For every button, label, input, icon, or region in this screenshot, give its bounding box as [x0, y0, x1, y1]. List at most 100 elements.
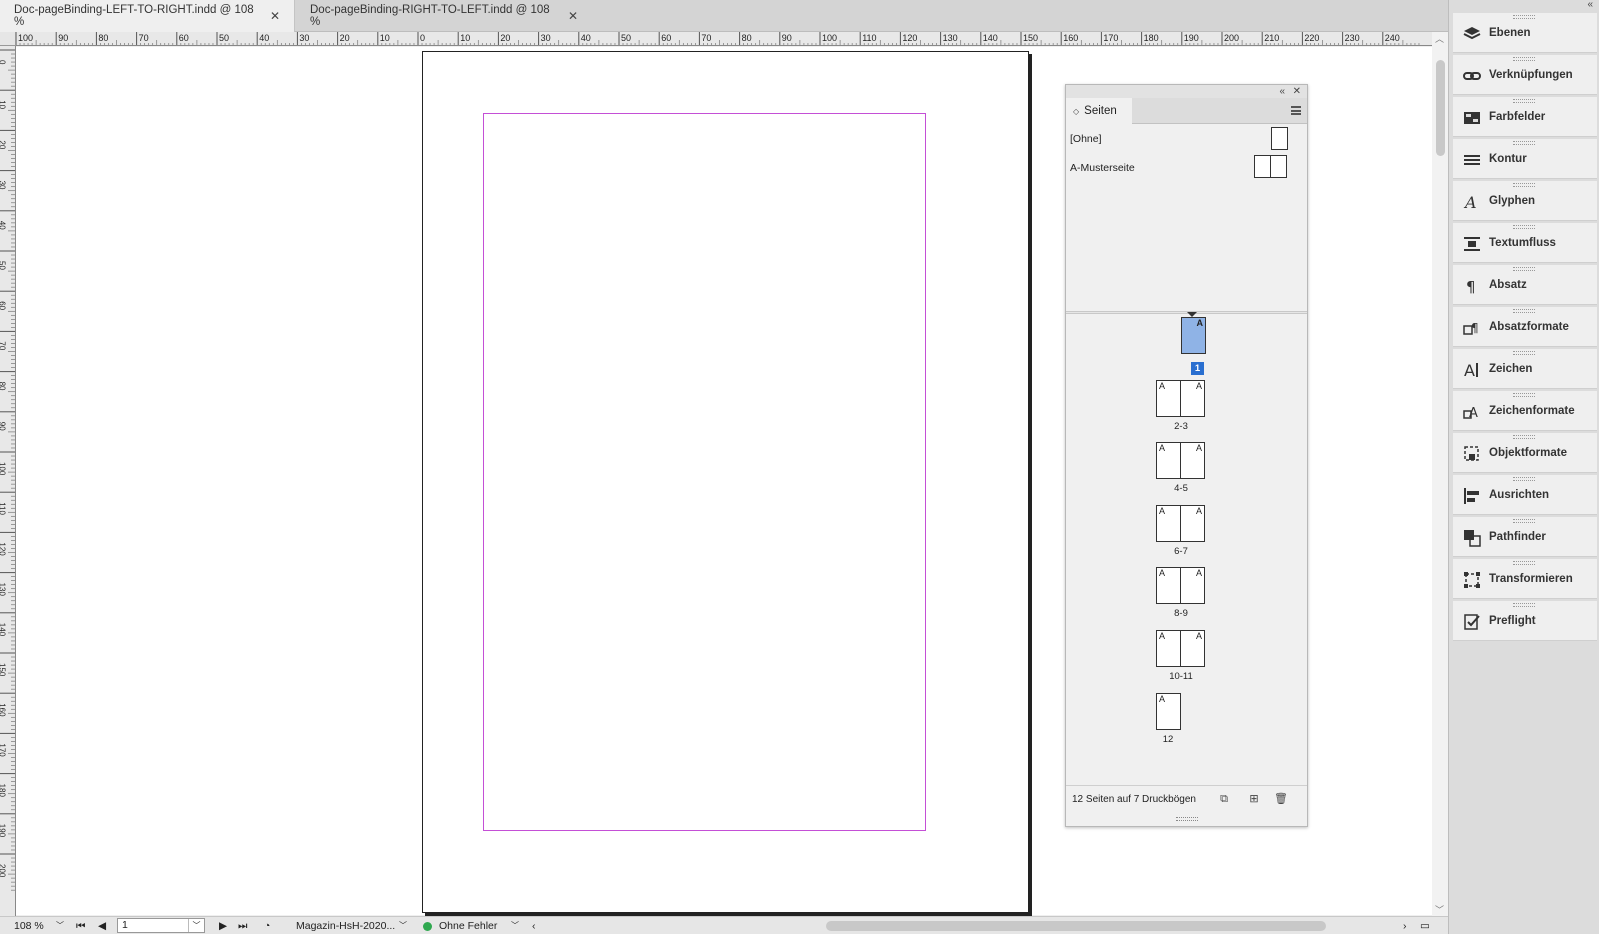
page-thumbnail[interactable]: A — [1156, 442, 1181, 479]
edit-page-size-icon[interactable]: ⧉ — [1218, 793, 1230, 805]
page-thumbnail[interactable]: A — [1156, 630, 1181, 667]
master-a-right-thumbnail[interactable] — [1270, 155, 1287, 178]
spread-10-11[interactable]: A A — [1156, 630, 1206, 667]
spread-6-7[interactable]: A A — [1156, 505, 1206, 542]
dock-item-zeichen[interactable]: A Zeichen — [1453, 349, 1597, 389]
dock-item-ausrichten[interactable]: Ausrichten — [1453, 475, 1597, 515]
drag-grip[interactable] — [1513, 435, 1535, 439]
new-page-icon[interactable]: ⊞ — [1248, 793, 1260, 805]
page-count-status: 12 Seiten auf 7 Druckbögen — [1072, 794, 1196, 805]
dock-item-kontur[interactable]: Kontur — [1453, 139, 1597, 179]
character-styles-icon: A — [1463, 403, 1481, 421]
drag-grip[interactable] — [1513, 225, 1535, 229]
dock-item-objektformate[interactable]: Objektformate — [1453, 433, 1597, 473]
dock-item-pathfinder[interactable]: Pathfinder — [1453, 517, 1597, 557]
spread-2-3[interactable]: A A — [1156, 380, 1206, 417]
drag-grip[interactable] — [1513, 519, 1535, 523]
scroll-up-icon[interactable]: ︿ — [1435, 32, 1444, 45]
drag-grip[interactable] — [1513, 393, 1535, 397]
spread-8-9[interactable]: A A — [1156, 567, 1206, 604]
drag-grip[interactable] — [1513, 309, 1535, 313]
scroll-left-icon[interactable]: ‹ — [532, 919, 536, 933]
preflight-status[interactable]: Ohne Fehler — [439, 919, 497, 933]
page-thumbnail[interactable]: A — [1156, 380, 1181, 417]
chevron-down-icon[interactable]: ﹀ — [399, 919, 407, 933]
drag-grip[interactable] — [1513, 15, 1535, 19]
drag-grip[interactable] — [1513, 141, 1535, 145]
close-icon[interactable]: ✕ — [270, 9, 280, 23]
chevron-down-icon[interactable]: ﹀ — [511, 919, 519, 933]
scroll-down-icon[interactable]: ﹀ — [1435, 903, 1444, 916]
tab-left-to-right[interactable]: Doc-pageBinding-LEFT-TO-RIGHT.indd @ 108… — [0, 0, 295, 32]
previous-page-icon[interactable]: ◀ — [98, 919, 106, 933]
drag-grip[interactable] — [1513, 477, 1535, 481]
zoom-level[interactable]: 108 % — [14, 919, 44, 933]
spread-4-5[interactable]: A A — [1156, 442, 1206, 479]
horizontal-ruler[interactable]: 100 90 80 70 60 50 40 30 20 10 0 10 20 30 40 50 60 70 80 90… — [16, 32, 1432, 46]
page-thumbnail[interactable]: A — [1180, 567, 1205, 604]
vertical-ruler[interactable]: 0 10 20 30 40 50 60 70 80 90 100 110 120 130 140 150 160… — [0, 46, 16, 916]
drag-grip[interactable] — [1513, 267, 1535, 271]
collapse-panel-icon[interactable]: « — [1279, 85, 1285, 98]
spread-12[interactable]: A — [1156, 693, 1182, 730]
tab-seiten[interactable]: ◇ Seiten — [1066, 98, 1132, 124]
first-page-icon[interactable]: ⏮ — [76, 919, 85, 933]
horizontal-scroll-thumb[interactable] — [826, 921, 1326, 931]
page-thumbnail[interactable]: A — [1181, 317, 1206, 354]
close-icon[interactable]: ✕ — [568, 9, 578, 23]
selected-page-badge[interactable]: 1 — [1191, 362, 1204, 375]
spread-1[interactable]: A — [1181, 317, 1207, 354]
ruler-origin[interactable] — [0, 32, 16, 46]
view-mode-icon[interactable]: ▭ — [1420, 919, 1430, 933]
drag-grip[interactable] — [1513, 351, 1535, 355]
drag-grip[interactable] — [1513, 99, 1535, 103]
document-page[interactable] — [422, 51, 1029, 913]
dock-item-glyphen[interactable]: A Glyphen — [1453, 181, 1597, 221]
scroll-right-icon[interactable]: › — [1403, 919, 1407, 933]
master-none[interactable]: [Ohne] — [1070, 126, 1298, 152]
ruler-label: 140 — [0, 623, 7, 637]
preflight-profile[interactable]: Magazin-HsH-2020... — [296, 919, 395, 933]
page-thumbnail[interactable]: A — [1180, 630, 1205, 667]
panel-titlebar[interactable]: « ✕ — [1066, 85, 1307, 98]
master-a-left-thumbnail[interactable] — [1254, 155, 1271, 178]
chevron-down-icon[interactable]: ﹀ — [56, 919, 64, 933]
drag-grip[interactable] — [1513, 603, 1535, 607]
page-thumbnail[interactable]: A — [1180, 442, 1205, 479]
close-panel-icon[interactable]: ✕ — [1293, 85, 1301, 98]
dock-item-absatz[interactable]: ¶ Absatz — [1453, 265, 1597, 305]
master-prefix: A — [1159, 631, 1166, 641]
page-thumbnail[interactable]: A — [1156, 693, 1181, 730]
master-none-thumbnail[interactable] — [1271, 127, 1288, 150]
page-thumbnail[interactable]: A — [1180, 380, 1205, 417]
dock-item-textumfluss[interactable]: Textumfluss — [1453, 223, 1597, 263]
last-page-icon[interactable]: ⏭ — [238, 919, 247, 933]
dock-item-transformieren[interactable]: Transformieren — [1453, 559, 1597, 599]
page-thumbnail[interactable]: A — [1180, 505, 1205, 542]
panel-menu-icon[interactable] — [1291, 106, 1301, 115]
drag-grip[interactable] — [1513, 57, 1535, 61]
panel-resize-grip[interactable] — [1066, 814, 1307, 826]
chevron-down-icon[interactable]: ﹀ — [188, 919, 204, 932]
dock-item-label: Absatzformate — [1489, 321, 1569, 333]
tab-right-to-left[interactable]: Doc-pageBinding-RIGHT-TO-LEFT.indd @ 108… — [296, 0, 592, 32]
scroll-thumb[interactable] — [1436, 60, 1445, 156]
dock-item-farbfelder[interactable]: Farbfelder — [1453, 97, 1597, 137]
collapse-dock-icon[interactable]: « — [1587, 0, 1593, 10]
drag-grip[interactable] — [1513, 183, 1535, 187]
dock-item-preflight[interactable]: Preflight — [1453, 601, 1597, 641]
trash-icon[interactable]: 🗑 — [1274, 793, 1288, 805]
master-prefix: A — [1195, 381, 1202, 391]
page-thumbnail[interactable]: A — [1156, 567, 1181, 604]
dock-item-label: Absatz — [1489, 279, 1527, 291]
page-number-field[interactable]: 1 ﹀ — [117, 918, 205, 933]
page-thumbnail[interactable]: A — [1156, 505, 1181, 542]
drag-grip[interactable] — [1513, 561, 1535, 565]
dock-item-absatzformate[interactable]: ¶ Absatzformate — [1453, 307, 1597, 347]
open-document-icon[interactable]: ◔ — [264, 919, 270, 933]
next-page-icon[interactable]: ▶ — [219, 919, 227, 933]
dock-item-ebenen[interactable]: Ebenen — [1453, 13, 1597, 53]
vertical-scrollbar[interactable]: ︿ ﹀ — [1432, 32, 1448, 916]
dock-item-verknüpfungen[interactable]: Verknüpfungen — [1453, 55, 1597, 95]
dock-item-zeichenformate[interactable]: A Zeichenformate — [1453, 391, 1597, 431]
